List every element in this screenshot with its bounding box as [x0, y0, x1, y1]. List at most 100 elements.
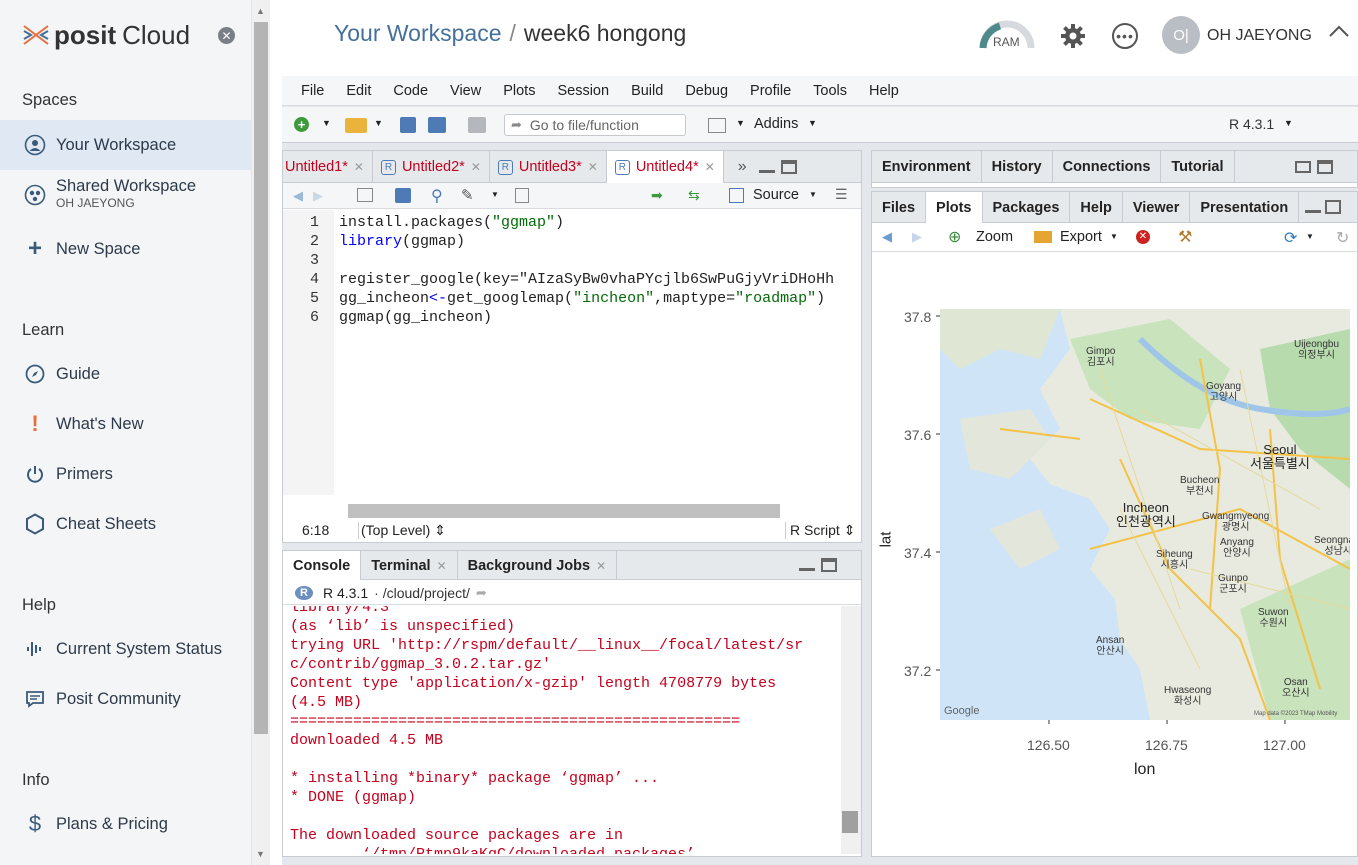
- tab-console[interactable]: Console: [283, 551, 362, 580]
- tab-history[interactable]: History: [982, 151, 1053, 183]
- close-tab-icon[interactable]: ✕: [596, 559, 606, 573]
- sync-icon[interactable]: ⟳: [1284, 228, 1297, 248]
- brand-logo[interactable]: posit Cloud: [22, 20, 190, 50]
- tab-presentation[interactable]: Presentation: [1190, 192, 1300, 223]
- export-icon[interactable]: [1034, 231, 1052, 243]
- back-arrow-icon[interactable]: ◀: [882, 229, 892, 245]
- goto-dir-icon[interactable]: ➦: [476, 585, 487, 601]
- run-line-icon[interactable]: ➡: [651, 187, 663, 204]
- code-line[interactable]: 2 library(ggmap): [283, 232, 861, 251]
- show-in-window-icon[interactable]: [357, 188, 373, 202]
- tab-packages[interactable]: Packages: [983, 192, 1071, 223]
- search-icon[interactable]: ⚲: [431, 186, 443, 206]
- tab-untitled1[interactable]: Untitled1* ✕: [283, 151, 373, 183]
- code-line[interactable]: 4 register_google(key="AIzaSyBw0vhaPYcjlb…: [283, 270, 861, 289]
- tab-untitled2[interactable]: R Untitled2* ✕: [373, 151, 490, 183]
- forward-arrow-icon[interactable]: ▶: [313, 188, 323, 204]
- code-line[interactable]: 5 gg_incheon<-get_googlemap("incheon",map…: [283, 289, 861, 308]
- sidebar-item-your-workspace[interactable]: Your Workspace: [0, 120, 252, 170]
- tab-terminal[interactable]: Terminal ✕: [361, 551, 458, 580]
- minimize-pane-icon[interactable]: [758, 161, 775, 173]
- gear-icon[interactable]: [1060, 23, 1086, 52]
- compile-report-icon[interactable]: [515, 188, 529, 203]
- menu-profile[interactable]: Profile: [750, 83, 791, 99]
- goto-file-input[interactable]: ➦ Go to file/function: [504, 114, 686, 136]
- minimize-pane-icon[interactable]: [799, 559, 816, 571]
- menu-edit[interactable]: Edit: [346, 83, 371, 99]
- restore-pane-icon[interactable]: [1325, 200, 1342, 214]
- editor-scroll-thumb[interactable]: [348, 504, 780, 518]
- avatar[interactable]: O|: [1162, 16, 1200, 54]
- minimize-pane-icon[interactable]: [1305, 201, 1322, 213]
- menu-code[interactable]: Code: [393, 83, 428, 99]
- tab-untitled3[interactable]: R Untitled3* ✕: [490, 151, 607, 183]
- sidebar-item-new-space[interactable]: + New Space: [0, 226, 252, 272]
- ram-gauge[interactable]: RAM: [978, 20, 1036, 52]
- more-tabs-icon[interactable]: »: [738, 158, 747, 176]
- zoom-icon[interactable]: ⊕: [948, 227, 961, 247]
- print-icon[interactable]: [468, 117, 486, 133]
- outline-icon[interactable]: ☰: [835, 186, 848, 203]
- console-scroll-thumb[interactable]: [842, 811, 858, 833]
- code-line[interactable]: 1 install.packages("ggmap"): [283, 213, 861, 232]
- sidebar-item-system-status[interactable]: Current System Status: [0, 626, 252, 672]
- source-icon[interactable]: [729, 188, 744, 203]
- close-tab-icon[interactable]: ✕: [471, 160, 481, 174]
- save-icon[interactable]: [400, 117, 416, 133]
- sidebar-item-primers[interactable]: Primers: [0, 451, 252, 497]
- tab-environment[interactable]: Environment: [872, 151, 982, 183]
- menu-help[interactable]: Help: [869, 83, 899, 99]
- chevron-down-icon[interactable]: ▼: [1306, 232, 1314, 241]
- addins-menu[interactable]: Addins: [754, 116, 798, 132]
- close-tab-icon[interactable]: ✕: [437, 559, 447, 573]
- zoom-button[interactable]: Zoom: [976, 229, 1013, 245]
- menu-session[interactable]: Session: [557, 83, 609, 99]
- remove-plot-icon[interactable]: ✕: [1136, 230, 1150, 244]
- chevron-down-icon[interactable]: ▼: [491, 190, 499, 199]
- open-folder-icon[interactable]: [345, 118, 367, 133]
- chevron-down-icon[interactable]: ▼: [1284, 118, 1293, 128]
- menu-build[interactable]: Build: [631, 83, 663, 99]
- sidebar-item-guide[interactable]: Guide: [0, 351, 252, 397]
- menu-tools[interactable]: Tools: [813, 83, 847, 99]
- chevron-down-icon[interactable]: ▼: [736, 118, 745, 128]
- maximize-pane-icon[interactable]: [821, 558, 838, 572]
- console-path[interactable]: · /cloud/project/: [374, 585, 470, 601]
- save-all-icon[interactable]: [428, 117, 446, 133]
- chevron-down-icon[interactable]: ▼: [1110, 232, 1118, 241]
- sidebar-item-whats-new[interactable]: ! What's New: [0, 401, 252, 447]
- sidebar-scroll-thumb[interactable]: [254, 22, 268, 734]
- close-tab-icon[interactable]: ✕: [705, 160, 715, 174]
- back-arrow-icon[interactable]: ◀: [293, 188, 303, 204]
- export-menu[interactable]: Export: [1060, 229, 1102, 245]
- code-area[interactable]: 1 install.packages("ggmap") 2 library(ggmap…: [283, 210, 861, 495]
- new-file-icon[interactable]: +: [294, 117, 309, 132]
- save-icon[interactable]: [395, 188, 411, 203]
- maximize-pane-icon[interactable]: [780, 159, 797, 174]
- rerun-icon[interactable]: ⇆: [688, 187, 700, 204]
- scroll-down-icon[interactable]: ▼: [256, 849, 265, 859]
- chevron-down-icon[interactable]: ▼: [809, 190, 817, 199]
- code-line[interactable]: 6 ggmap(gg_incheon): [283, 308, 861, 327]
- breadcrumb-workspace-link[interactable]: Your Workspace: [334, 20, 501, 47]
- forward-arrow-icon[interactable]: ▶: [912, 229, 922, 245]
- refresh-icon[interactable]: ↻: [1336, 228, 1349, 248]
- menu-view[interactable]: View: [450, 83, 481, 99]
- code-line[interactable]: 3: [283, 251, 861, 270]
- source-button[interactable]: Source: [753, 187, 799, 203]
- close-tab-icon[interactable]: ✕: [588, 160, 598, 174]
- restore-pane-icon[interactable]: [1294, 160, 1311, 173]
- close-tab-icon[interactable]: ✕: [354, 160, 364, 174]
- menu-plots[interactable]: Plots: [503, 83, 535, 99]
- grid-layout-icon[interactable]: [708, 118, 726, 133]
- tab-untitled4[interactable]: R Untitled4* ✕: [606, 151, 724, 183]
- close-sidebar-icon[interactable]: ✕: [218, 27, 235, 44]
- tab-help[interactable]: Help: [1070, 192, 1123, 223]
- console-output[interactable]: library/4.3 (as ‘lib’ is unspecified) tryi…: [290, 606, 840, 854]
- magic-wand-icon[interactable]: ✎: [461, 186, 474, 204]
- r-version-selector[interactable]: R 4.3.1: [1229, 116, 1274, 132]
- chevron-down-icon[interactable]: ▼: [808, 118, 817, 128]
- sidebar-item-shared-workspace[interactable]: Shared Workspace OH JAEYONG: [0, 172, 252, 218]
- tab-connections[interactable]: Connections: [1053, 151, 1162, 183]
- chevron-down-icon[interactable]: ▼: [374, 118, 383, 128]
